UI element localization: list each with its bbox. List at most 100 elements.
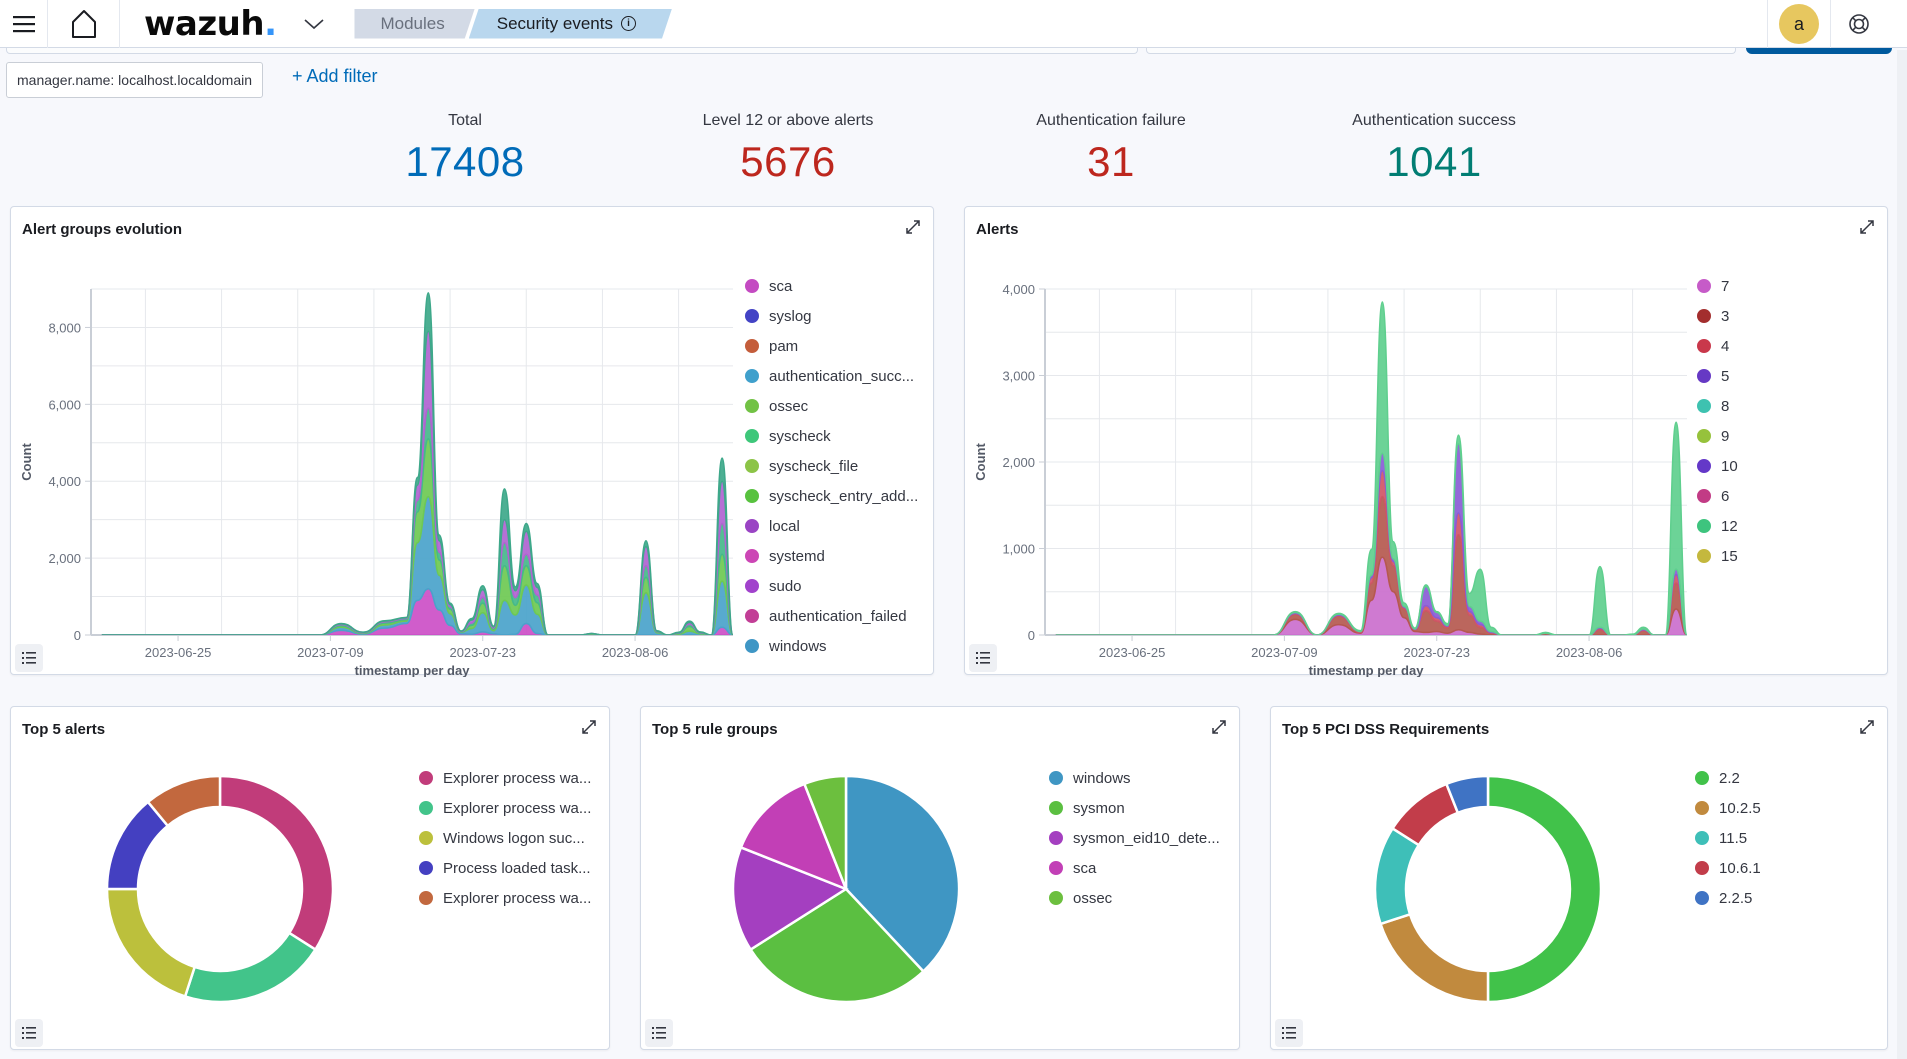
help-button[interactable] [1831, 0, 1887, 48]
home-button[interactable] [48, 0, 120, 48]
expand-icon[interactable] [901, 215, 925, 239]
legend-item[interactable]: syscheck [745, 421, 918, 451]
menu-button[interactable] [0, 0, 48, 48]
legend-item[interactable]: sca [1049, 853, 1220, 883]
legend-label: 6 [1721, 487, 1730, 505]
legend-item[interactable]: 11.5 [1695, 823, 1761, 853]
pie-slice[interactable] [1373, 826, 1421, 926]
legend-label: systemd [769, 547, 825, 565]
top-5-rule-groups-pie [731, 774, 961, 1004]
legend-item[interactable]: ossec [1049, 883, 1220, 913]
metric-label: Authentication failure [1036, 112, 1186, 129]
breadcrumb-label: Security events [496, 13, 613, 33]
metric-auth-failure: Authentication failure 31 [981, 112, 1241, 186]
metric-value[interactable]: 1041 [1304, 138, 1564, 186]
legend-swatch [1695, 831, 1709, 845]
legend-swatch [745, 369, 759, 383]
legend-item[interactable]: windows [745, 631, 918, 661]
panel-alerts: Alerts 0 1,000 2,000 3,000 4,000 2023-06-25 20… [964, 206, 1888, 677]
legend-label: ossec [1073, 889, 1113, 907]
filter-pill-label: manager.name: localhost.localdomain [17, 72, 253, 88]
metric-value[interactable]: 17408 [335, 138, 595, 186]
legend-item[interactable]: syscheck_file [745, 451, 918, 481]
chevron-down-icon[interactable] [302, 12, 326, 36]
legend-item[interactable]: 10.2.5 [1695, 793, 1761, 823]
legend-toggle-button[interactable] [15, 1019, 43, 1047]
legend-swatch [745, 429, 759, 443]
legend-item[interactable]: Explorer process wa... [419, 883, 591, 913]
legend-item[interactable]: 7 [1697, 271, 1738, 301]
legend-item[interactable]: authentication_failed [745, 601, 918, 631]
wazuh-logo[interactable]: wazuh. [144, 4, 277, 44]
legend-item[interactable]: 5 [1697, 361, 1738, 391]
x-tick-label: 2023-06-25 [1099, 645, 1166, 660]
legend-item[interactable]: syslog [745, 301, 918, 331]
area-series-group [1055, 301, 1687, 635]
legend-item[interactable]: syscheck_entry_add... [745, 481, 918, 511]
legend-item[interactable]: 15 [1697, 541, 1738, 571]
y-axis-label: Count [973, 443, 988, 481]
legend-label: Process loaded task... [443, 859, 591, 877]
expand-icon[interactable] [1855, 715, 1879, 739]
filter-pill[interactable]: manager.name: localhost.localdomain [6, 62, 264, 98]
breadcrumb-modules[interactable]: Modules [354, 9, 474, 39]
expand-icon[interactable] [577, 715, 601, 739]
legend-swatch [745, 399, 759, 413]
add-filter-button[interactable]: + Add filter [292, 66, 378, 87]
legend-item[interactable]: ossec [745, 391, 918, 421]
pie-slice[interactable] [1390, 782, 1460, 847]
legend-item[interactable]: windows [1049, 763, 1220, 793]
legend-toggle-button[interactable] [969, 644, 997, 672]
metric-value[interactable]: 31 [981, 138, 1241, 186]
legend-item[interactable]: local [745, 511, 918, 541]
legend-item[interactable]: Explorer process wa... [419, 763, 591, 793]
info-icon[interactable]: i [621, 16, 636, 31]
pie-slice[interactable] [183, 931, 318, 1004]
legend-item[interactable]: 8 [1697, 391, 1738, 421]
legend-item[interactable]: Process loaded task... [419, 853, 591, 883]
legend-swatch [419, 801, 433, 815]
legend-item[interactable]: sca [745, 271, 918, 301]
legend-label: 15 [1721, 547, 1738, 565]
legend-item[interactable]: systemd [745, 541, 918, 571]
legend-swatch [1697, 339, 1711, 353]
legend-item[interactable]: 2.2 [1695, 763, 1761, 793]
x-axis-label: timestamp per day [355, 663, 471, 677]
pie-slice[interactable] [1378, 912, 1490, 1004]
area-series-group [101, 292, 733, 635]
legend-item[interactable]: sysmon_eid10_dete... [1049, 823, 1220, 853]
pie-slice[interactable] [1486, 774, 1603, 1004]
legend-swatch [745, 549, 759, 563]
legend-swatch [1697, 459, 1711, 473]
legend-toggle-button[interactable] [15, 644, 43, 672]
legend-item[interactable]: Windows logon suc... [419, 823, 591, 853]
legend-item[interactable]: 6 [1697, 481, 1738, 511]
legend-item[interactable]: 12 [1697, 511, 1738, 541]
legend-item[interactable]: 10.6.1 [1695, 853, 1761, 883]
expand-icon[interactable] [1207, 715, 1231, 739]
legend-item[interactable]: sysmon [1049, 793, 1220, 823]
legend-item[interactable]: Explorer process wa... [419, 793, 591, 823]
legend-item[interactable]: pam [745, 331, 918, 361]
legend-label: 2.2 [1719, 769, 1740, 787]
breadcrumb-label: Modules [380, 13, 445, 33]
legend-item[interactable]: 3 [1697, 301, 1738, 331]
legend-item[interactable]: sudo [745, 571, 918, 601]
pie-slice[interactable] [105, 887, 197, 999]
breadcrumb-security-events[interactable]: Security events i [469, 9, 672, 39]
metric-value[interactable]: 5676 [658, 138, 918, 186]
legend-item[interactable]: 2.2.5 [1695, 883, 1761, 913]
legend-toggle-button[interactable] [645, 1019, 673, 1047]
legend-item[interactable]: authentication_succ... [745, 361, 918, 391]
user-menu-button[interactable]: a [1767, 0, 1831, 48]
page-scrollbar[interactable] [1897, 50, 1907, 1059]
legend-toggle-button[interactable] [1275, 1019, 1303, 1047]
legend-swatch [1697, 429, 1711, 443]
legend-item[interactable]: 10 [1697, 451, 1738, 481]
pie-slice[interactable] [218, 774, 335, 952]
legend-item[interactable]: 9 [1697, 421, 1738, 451]
y-tick-label: 0 [1028, 628, 1035, 643]
legend-swatch [745, 279, 759, 293]
expand-icon[interactable] [1855, 215, 1879, 239]
legend-item[interactable]: 4 [1697, 331, 1738, 361]
